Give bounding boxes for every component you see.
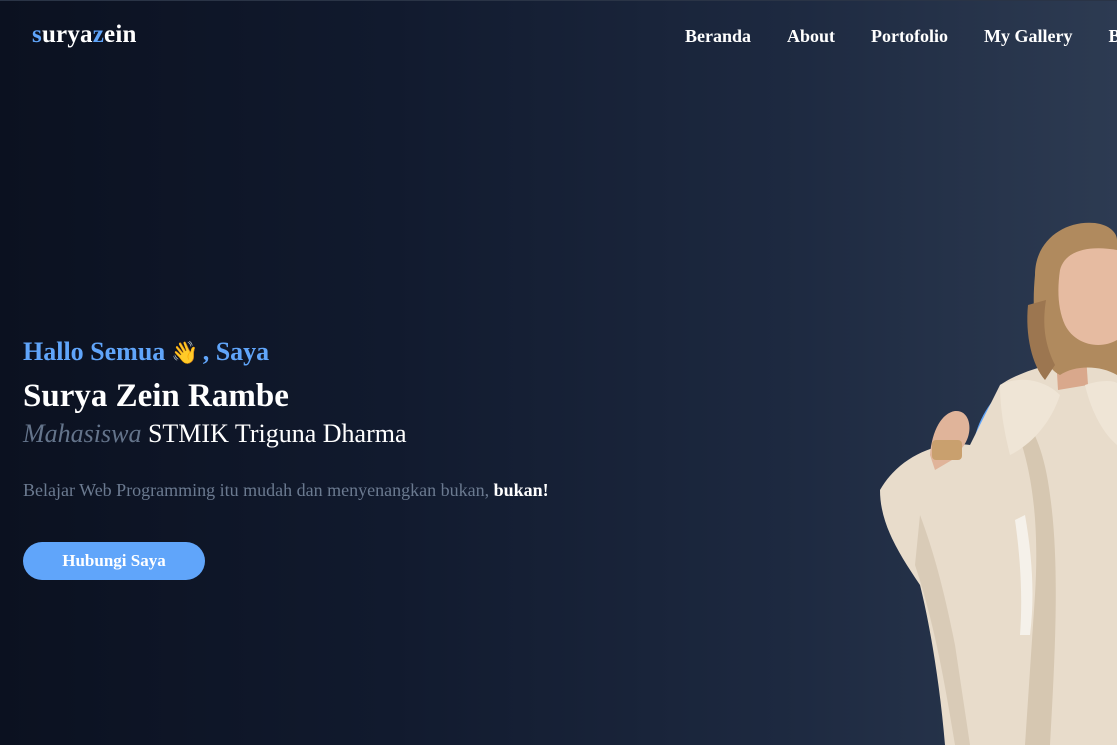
nav-menu: Beranda About Portofolio My Gallery B: [685, 26, 1117, 47]
role-prefix: Mahasiswa: [23, 419, 142, 448]
nav-link-beranda[interactable]: Beranda: [685, 26, 751, 47]
tagline-bold: bukan!: [493, 480, 549, 500]
hero-name: Surya Zein Rambe: [23, 378, 289, 414]
site-logo[interactable]: suryazein: [32, 21, 137, 49]
nav-link-about[interactable]: About: [787, 26, 835, 47]
navbar: suryazein Beranda About Portofolio My Ga…: [0, 0, 1117, 75]
tagline-text: Belajar Web Programming itu mudah dan me…: [23, 480, 490, 500]
person-illustration: [880, 222, 1117, 745]
hero-portrait-image: [860, 215, 1117, 745]
hero-tagline: Belajar Web Programming itu mudah dan me…: [23, 480, 663, 501]
waving-hand-icon: 👋: [171, 341, 199, 366]
hero-text: Hallo Semua 👋, Saya Surya Zein Rambe Maha…: [23, 336, 663, 501]
greeting-suffix: , Saya: [202, 337, 270, 366]
logo-letter-z: z: [92, 21, 105, 48]
logo-letter-s: s: [32, 21, 42, 48]
hero-greeting: Hallo Semua 👋, Saya: [23, 336, 663, 370]
nav-link-truncated[interactable]: B: [1109, 26, 1117, 47]
logo-text-ein: ein: [104, 21, 137, 48]
logo-text-urya: urya: [41, 21, 93, 48]
nav-link-my-gallery[interactable]: My Gallery: [984, 26, 1072, 47]
role-campus: STMIK Triguna Dharma: [147, 419, 407, 448]
contact-button[interactable]: Hubungi Saya: [23, 542, 205, 580]
hero-role: Mahasiswa STMIK Triguna Dharma: [23, 418, 663, 450]
nav-link-portofolio[interactable]: Portofolio: [871, 26, 948, 47]
greeting-text: Hallo Semua: [23, 337, 166, 366]
